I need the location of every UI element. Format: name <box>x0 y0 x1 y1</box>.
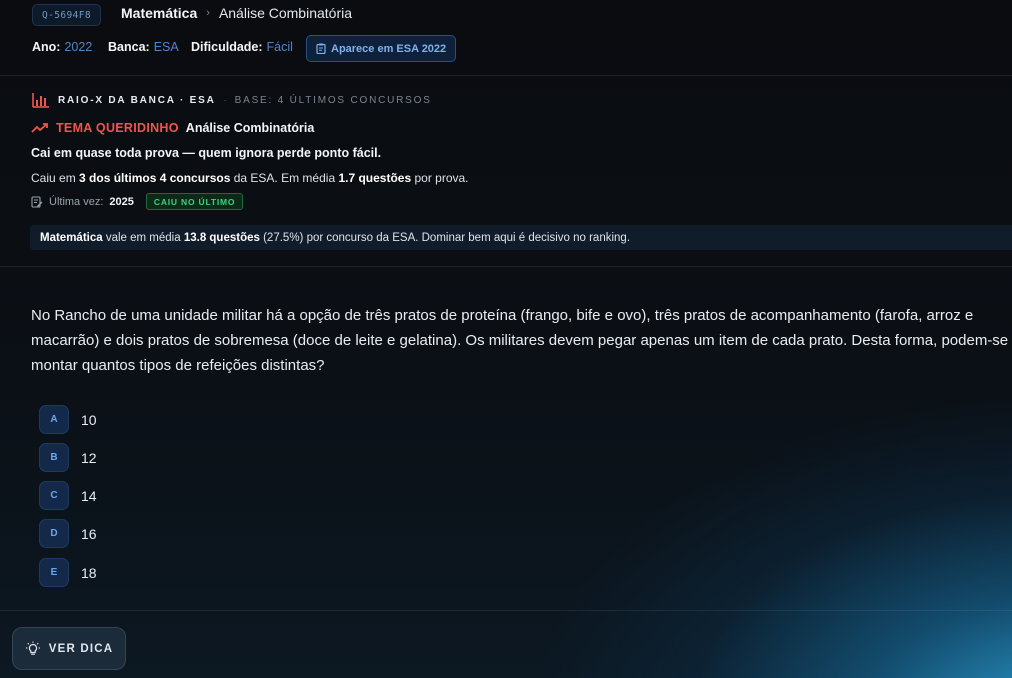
favorite-topic-label: TEMA QUERIDINHO <box>56 121 179 135</box>
last-time-year: 2025 <box>109 195 134 208</box>
option-value: 12 <box>81 449 97 466</box>
appears-in-exam-label: Aparece em ESA 2022 <box>331 42 447 55</box>
option-value: 10 <box>81 411 97 428</box>
subject-stat-bar: Matemática vale em média 13.8 questões (… <box>30 225 1012 250</box>
stats-bold-2: 1.7 questões <box>338 171 412 185</box>
breadcrumb-subject[interactable]: Matemática <box>121 5 197 21</box>
show-hint-button[interactable]: VER DICA <box>12 627 126 670</box>
trending-up-icon <box>31 123 48 133</box>
favorite-topic-name: Análise Combinatória <box>185 121 315 135</box>
meta-difficulty-value: Fácil <box>266 40 293 54</box>
options-divider <box>0 610 1012 611</box>
meta-bank-label: Banca: <box>108 40 150 54</box>
option-value: 14 <box>81 487 97 504</box>
option-a[interactable]: A 10 <box>39 405 97 434</box>
lightbulb-icon <box>25 641 40 655</box>
raio-x-headline: Cai em quase toda prova — quem ignora pe… <box>31 146 382 160</box>
bar-chart-icon <box>32 93 49 108</box>
meta-year: Ano: 2022 <box>32 40 92 54</box>
option-letter: C <box>39 481 69 510</box>
stats-text-1: Caiu em <box>31 171 80 185</box>
raio-x-title: RAIO-X DA BANCA · ESA <box>58 94 216 106</box>
option-letter: E <box>39 558 69 587</box>
clipboard-icon <box>316 43 326 54</box>
stats-text-2: da ESA. Em média <box>230 171 339 185</box>
option-e[interactable]: E 18 <box>39 558 97 587</box>
raio-x-base: BASE: 4 ÚLTIMOS CONCURSOS <box>234 94 432 106</box>
raio-x-stats-line: Caiu em 3 dos últimos 4 concursos da ESA… <box>31 171 469 185</box>
option-letter: B <box>39 443 69 472</box>
subject-stat-text-2: (27.5%) por concurso da ESA. Dominar bem… <box>259 231 631 244</box>
last-time-row: Última vez: 2025 CAIU NO ÚLTIMO <box>31 193 244 210</box>
subject-stat-count: 13.8 questões <box>183 231 260 244</box>
question-text: No Rancho de uma unidade militar há a op… <box>31 307 1009 374</box>
breadcrumb-topic[interactable]: Análise Combinatória <box>219 5 352 21</box>
meta-difficulty: Dificuldade: Fácil <box>191 40 293 54</box>
option-value: 18 <box>81 564 97 581</box>
option-value: 16 <box>81 525 97 542</box>
breadcrumb-separator: › <box>206 7 210 19</box>
meta-bank-value: ESA <box>153 40 179 54</box>
question-code-badge: Q-5694F8 <box>32 4 101 26</box>
option-b[interactable]: B 12 <box>39 443 97 472</box>
favorite-topic-row: TEMA QUERIDINHO Análise Combinatória <box>31 121 314 135</box>
header-divider <box>0 75 1012 76</box>
option-letter: A <box>39 405 69 434</box>
option-c[interactable]: C 14 <box>39 481 97 510</box>
last-time-label: Última vez: <box>49 195 104 208</box>
subject-stat-text-1: vale em média <box>102 231 184 244</box>
stats-bold-1: 3 dos últimos 4 concursos <box>79 171 231 185</box>
meta-year-label: Ano: <box>32 40 61 54</box>
stats-text-3: por prova. <box>411 171 469 185</box>
show-hint-label: VER DICA <box>48 642 114 655</box>
option-letter: D <box>39 519 69 548</box>
raio-x-separator: · <box>223 95 227 105</box>
subject-stat-subject: Matemática <box>40 231 103 244</box>
option-d[interactable]: D 16 <box>39 519 97 548</box>
breadcrumb: Matemática › Análise Combinatória <box>121 5 352 21</box>
meta-difficulty-label: Dificuldade: <box>191 40 263 54</box>
edit-note-icon <box>31 195 43 208</box>
meta-bank: Banca: ESA <box>108 40 179 54</box>
raio-x-header: RAIO-X DA BANCA · ESA · BASE: 4 ÚLTIMOS … <box>32 92 432 108</box>
last-exam-badge: CAIU NO ÚLTIMO <box>145 193 244 210</box>
meta-year-value: 2022 <box>64 40 93 54</box>
raio-x-divider <box>0 266 1012 267</box>
appears-in-exam-button[interactable]: Aparece em ESA 2022 <box>306 35 457 62</box>
